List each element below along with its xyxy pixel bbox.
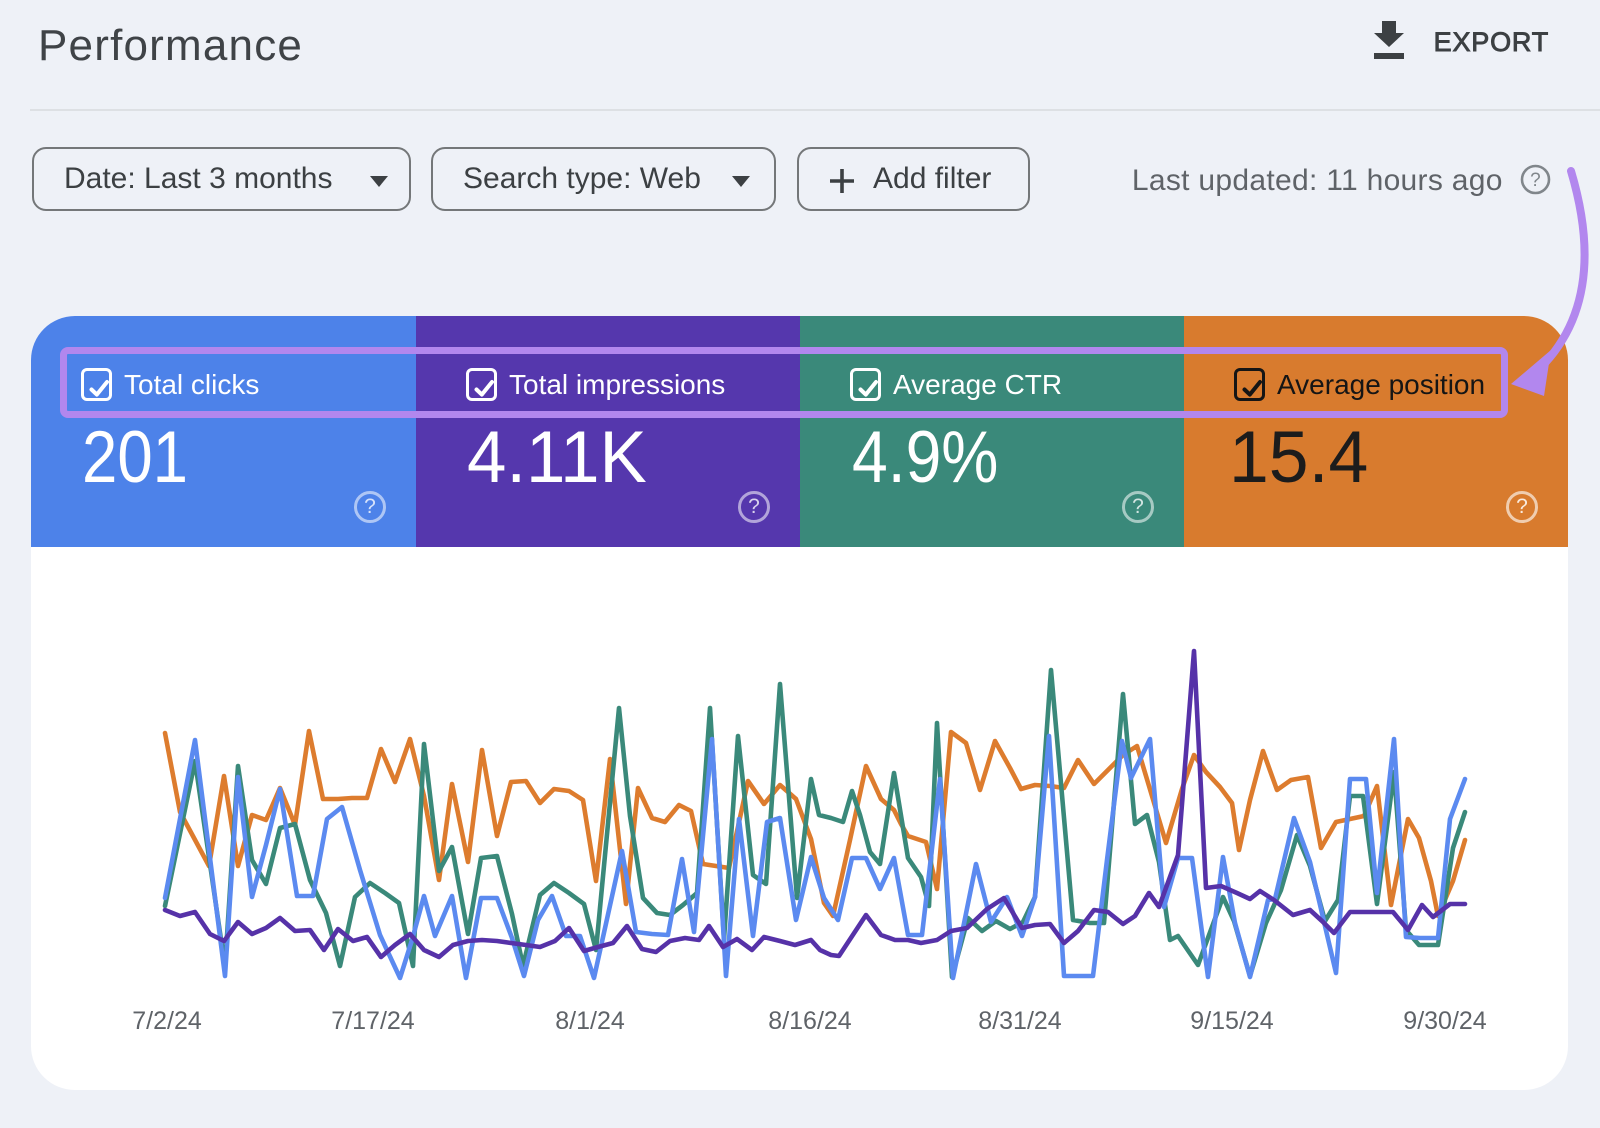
svg-text:?: ? (1530, 170, 1541, 191)
